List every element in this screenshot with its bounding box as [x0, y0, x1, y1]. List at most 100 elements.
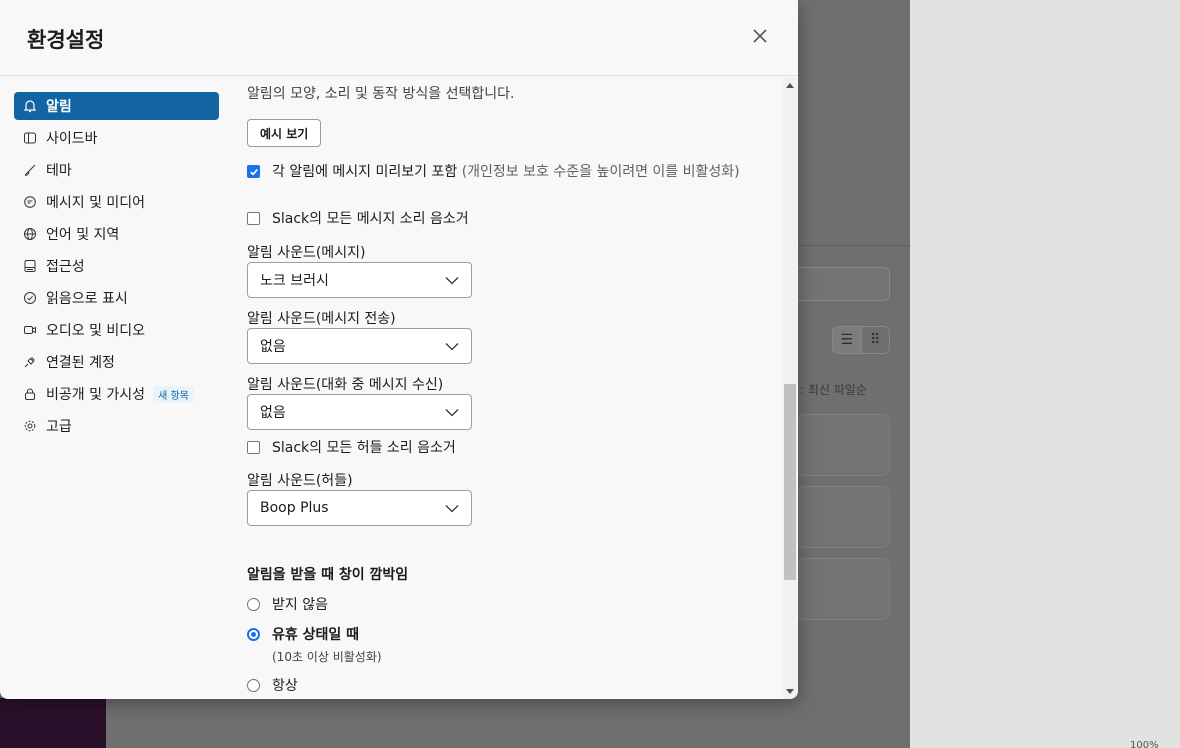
brush-icon: [23, 163, 37, 177]
preview-button[interactable]: 예시 보기: [247, 119, 322, 147]
background-sidebar-strip: [0, 698, 106, 748]
sidebar-item-label: 고급: [46, 419, 72, 435]
flash-window-section-title: 알림을 받을 때 창이 깜박임: [247, 567, 409, 583]
message-icon: [23, 195, 37, 209]
gear-icon: [23, 419, 37, 433]
flash-always-label: 항상: [272, 678, 298, 694]
sound-message-sent-label: 알림 사운드(메시지 전송): [247, 311, 396, 327]
flash-always-radio[interactable]: [247, 678, 260, 692]
sidebar-item-advanced[interactable]: 고급: [14, 412, 219, 440]
modal-title: 환경설정: [27, 28, 105, 52]
sound-in-conversation-value: 없음: [260, 405, 286, 421]
mute-messages-checkbox-row[interactable]: Slack의 모든 메시지 소리 음소거: [247, 209, 752, 230]
scroll-down-arrow[interactable]: [783, 683, 797, 699]
flash-never-label: 받지 않음: [272, 597, 328, 613]
lock-icon: [23, 387, 37, 401]
scroll-up-icon: [786, 82, 794, 88]
background-file-card: [796, 558, 890, 620]
sound-message-sent-select[interactable]: 없음: [247, 328, 472, 364]
background-zoom-status: 100%: [1130, 740, 1159, 748]
check-circle-icon: [23, 291, 37, 305]
sidebar-item-label: 접근성: [46, 259, 85, 275]
close-icon: [753, 29, 767, 43]
sidebar-item-privacy-visibility[interactable]: 비공개 및 가시성 새 항목: [14, 380, 219, 408]
include-preview-note: (개인정보 보호 수준을 높이려면 이를 비활성화): [461, 164, 740, 180]
sidebar-icon: [23, 131, 37, 145]
sidebar-item-label: 읽음으로 표시: [46, 291, 128, 307]
sound-huddle-label: 알림 사운드(허들): [247, 473, 353, 489]
background-file-card: [796, 414, 890, 476]
mute-huddles-checkbox-row[interactable]: Slack의 모든 허들 소리 음소거: [247, 438, 752, 459]
background-file-card: [796, 486, 890, 548]
sound-in-conversation-label: 알림 사운드(대화 중 메시지 수신): [247, 377, 444, 393]
flash-option-idle[interactable]: 유휴 상태일 때: [247, 624, 359, 644]
background-sort-label: : 최신 파일순: [800, 383, 867, 397]
sidebar-item-label: 메시지 및 미디어: [46, 195, 146, 211]
sidebar-item-label: 언어 및 지역: [46, 227, 120, 243]
globe-icon: [23, 227, 37, 241]
list-view-icon: ☰: [833, 327, 862, 353]
flash-option-always[interactable]: 항상: [247, 675, 298, 695]
accessibility-icon: [23, 259, 37, 273]
content-scrollbar[interactable]: [783, 77, 797, 699]
sound-message-label: 알림 사운드(메시지): [247, 245, 366, 261]
background-right-pane: [910, 0, 1180, 748]
intro-text: 알림의 모양, 소리 및 동작 방식을 선택합니다.: [247, 86, 515, 102]
chevron-down-icon: [445, 276, 459, 284]
flash-idle-sublabel: (10초 이상 비활성화): [272, 650, 382, 664]
close-button[interactable]: [746, 22, 774, 50]
sidebar-item-label: 연결된 계정: [46, 355, 115, 371]
mute-huddles-label: Slack의 모든 허들 소리 음소거: [272, 440, 456, 456]
include-preview-checkbox-row[interactable]: 각 알림에 메시지 미리보기 포함 (개인정보 보호 수준을 높이려면 이를 비…: [247, 162, 752, 183]
sidebar-item-label: 비공개 및 가시성: [46, 387, 146, 403]
checkmark-icon: [249, 168, 258, 176]
plug-icon: [23, 355, 37, 369]
sidebar-item-sidebar[interactable]: 사이드바: [14, 124, 219, 152]
sidebar-item-messages-media[interactable]: 메시지 및 미디어: [14, 188, 219, 216]
sidebar-item-label: 오디오 및 비디오: [46, 323, 146, 339]
include-preview-checkbox[interactable]: [247, 165, 260, 178]
mute-huddles-checkbox[interactable]: [247, 441, 260, 454]
sidebar-item-accessibility[interactable]: 접근성: [14, 252, 219, 280]
preferences-modal: 환경설정 알림 사이드바 테마 메시지 및 미디어 언어 및 지역 접근성 읽음…: [0, 0, 798, 699]
background-divider: [798, 245, 910, 246]
sidebar-item-language-region[interactable]: 언어 및 지역: [14, 220, 219, 248]
preferences-sidebar: 알림 사이드바 테마 메시지 및 미디어 언어 및 지역 접근성 읽음으로 표시: [0, 77, 232, 699]
flash-option-never[interactable]: 받지 않음: [247, 594, 328, 614]
grid-view-icon: ⠿: [870, 332, 881, 348]
sidebar-item-notifications[interactable]: 알림: [14, 92, 219, 120]
sound-huddle-select[interactable]: Boop Plus: [247, 490, 472, 526]
video-icon: [23, 323, 37, 337]
include-preview-label: 각 알림에 메시지 미리보기 포함 (개인정보 보호 수준을 높이려면 이를 비…: [272, 162, 752, 183]
sound-message-select[interactable]: 노크 브러시: [247, 262, 472, 298]
scroll-down-icon: [786, 688, 794, 694]
sidebar-item-mark-as-read[interactable]: 읽음으로 표시: [14, 284, 219, 312]
sidebar-item-audio-video[interactable]: 오디오 및 비디오: [14, 316, 219, 344]
chevron-down-icon: [445, 408, 459, 416]
sidebar-item-label: 알림: [46, 99, 72, 115]
new-badge: 새 항목: [153, 385, 194, 403]
flash-idle-radio[interactable]: [247, 627, 260, 641]
mute-messages-label: Slack의 모든 메시지 소리 음소거: [272, 211, 469, 227]
sound-message-value: 노크 브러시: [260, 273, 329, 289]
chevron-down-icon: [445, 342, 459, 350]
sidebar-item-connected-accounts[interactable]: 연결된 계정: [14, 348, 219, 376]
flash-idle-label: 유휴 상태일 때: [272, 627, 360, 643]
sidebar-item-label: 사이드바: [46, 131, 98, 147]
sidebar-item-theme[interactable]: 테마: [14, 156, 219, 184]
scrollbar-thumb[interactable]: [784, 384, 796, 580]
scroll-up-arrow[interactable]: [783, 77, 797, 93]
notifications-settings: 알림의 모양, 소리 및 동작 방식을 선택합니다. 예시 보기 각 알림에 메…: [247, 77, 775, 699]
sound-message-sent-value: 없음: [260, 339, 286, 355]
sound-huddle-value: Boop Plus: [260, 500, 329, 516]
sound-in-conversation-select[interactable]: 없음: [247, 394, 472, 430]
sidebar-item-label: 테마: [46, 163, 72, 179]
bell-icon: [23, 99, 37, 113]
modal-header: 환경설정: [0, 0, 798, 76]
background-search-input: [790, 267, 890, 301]
include-preview-text: 각 알림에 메시지 미리보기 포함: [272, 164, 458, 180]
flash-never-radio[interactable]: [247, 597, 260, 611]
mute-messages-checkbox[interactable]: [247, 212, 260, 225]
chevron-down-icon: [445, 504, 459, 512]
background-view-toggle: ☰ ⠿: [832, 326, 890, 354]
